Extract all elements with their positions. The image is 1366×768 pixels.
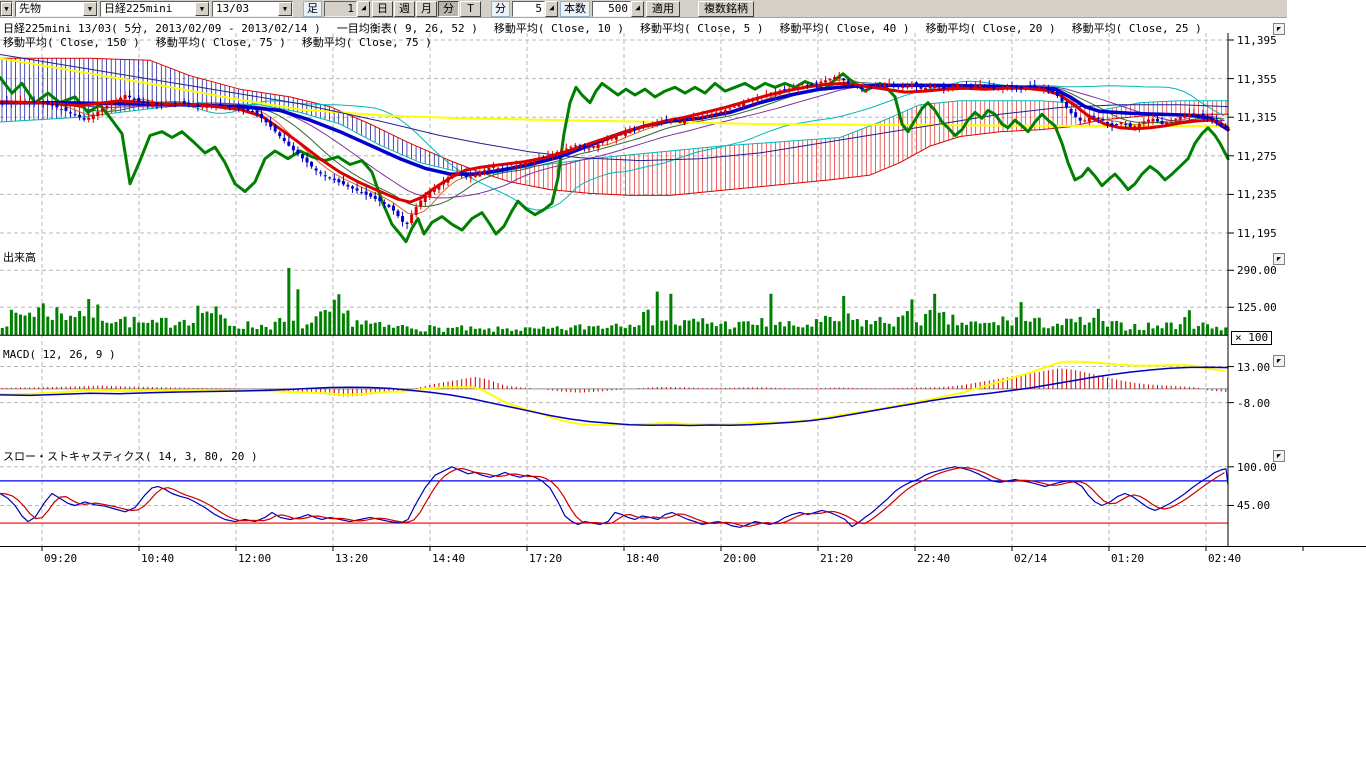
expand-arrow-icon: ◤ xyxy=(1277,357,1281,365)
legend-item: 移動平均( Close, 20 ) xyxy=(926,20,1056,36)
expand-arrow-icon: ◤ xyxy=(1277,452,1281,460)
price-axis-label: 11,235 xyxy=(1237,188,1277,201)
stoch-axis-label: 100.00 xyxy=(1237,461,1277,474)
x-axis-label: 12:00 xyxy=(238,552,271,565)
stoch-axis-label: 45.00 xyxy=(1237,499,1270,512)
price-axis-label: 11,275 xyxy=(1237,150,1277,163)
legend-item: 移動平均( Close, 40 ) xyxy=(779,20,909,36)
x-axis-label: 21:20 xyxy=(820,552,853,565)
expand-arrow-icon: ◤ xyxy=(1277,25,1281,33)
x-axis-label: 02/14 xyxy=(1014,552,1047,565)
volume-pane-title: 出来高 xyxy=(3,249,36,265)
price-axis-label: 11,355 xyxy=(1237,73,1277,86)
price-axis-label: 11,315 xyxy=(1237,111,1277,124)
volume-axis-label: 125.00 xyxy=(1237,301,1277,314)
volume-axis-label: 290.00 xyxy=(1237,264,1277,277)
pane-expand-button-macd[interactable]: ◤ xyxy=(1273,355,1285,367)
macd-pane-title: MACD( 12, 26, 9 ) xyxy=(3,348,116,361)
x-axis-label: 10:40 xyxy=(141,552,174,565)
price-axis-label: 11,195 xyxy=(1237,227,1277,240)
x-axis-label: 20:00 xyxy=(723,552,756,565)
expand-arrow-icon: ◤ xyxy=(1277,255,1281,263)
legend-item: 移動平均( Close, 75 ) xyxy=(156,34,286,50)
x-axis-label: 17:20 xyxy=(529,552,562,565)
legend-item: 移動平均( Close, 5 ) xyxy=(640,20,763,36)
x-axis-label: 02:40 xyxy=(1208,552,1241,565)
stoch-pane-title: スロー・ストキャスティクス( 14, 3, 80, 20 ) xyxy=(3,448,258,464)
x-axis-label: 13:20 xyxy=(335,552,368,565)
legend-item: 移動平均( Close, 10 ) xyxy=(494,20,624,36)
chart-canvas[interactable] xyxy=(0,0,1366,768)
macd-axis-label: -8.00 xyxy=(1237,397,1270,410)
legend-item: 移動平均( Close, 150 ) xyxy=(3,34,140,50)
chart-legend-line2: 移動平均( Close, 150 ) 移動平均( Close, 75 ) 移動平均(… xyxy=(3,34,432,50)
x-axis-label: 18:40 xyxy=(626,552,659,565)
pane-expand-button-volume[interactable]: ◤ xyxy=(1273,253,1285,265)
x-axis-label: 22:40 xyxy=(917,552,950,565)
volume-multiplier-badge: × 100 xyxy=(1231,331,1272,345)
x-axis-label: 14:40 xyxy=(432,552,465,565)
legend-item: 移動平均( Close, 25 ) xyxy=(1072,20,1202,36)
x-axis-label: 01:20 xyxy=(1111,552,1144,565)
price-axis-label: 11,395 xyxy=(1237,34,1277,47)
legend-item: 移動平均( Close, 75 ) xyxy=(302,34,432,50)
macd-axis-label: 13.00 xyxy=(1237,361,1270,374)
x-axis-label: 09:20 xyxy=(44,552,77,565)
